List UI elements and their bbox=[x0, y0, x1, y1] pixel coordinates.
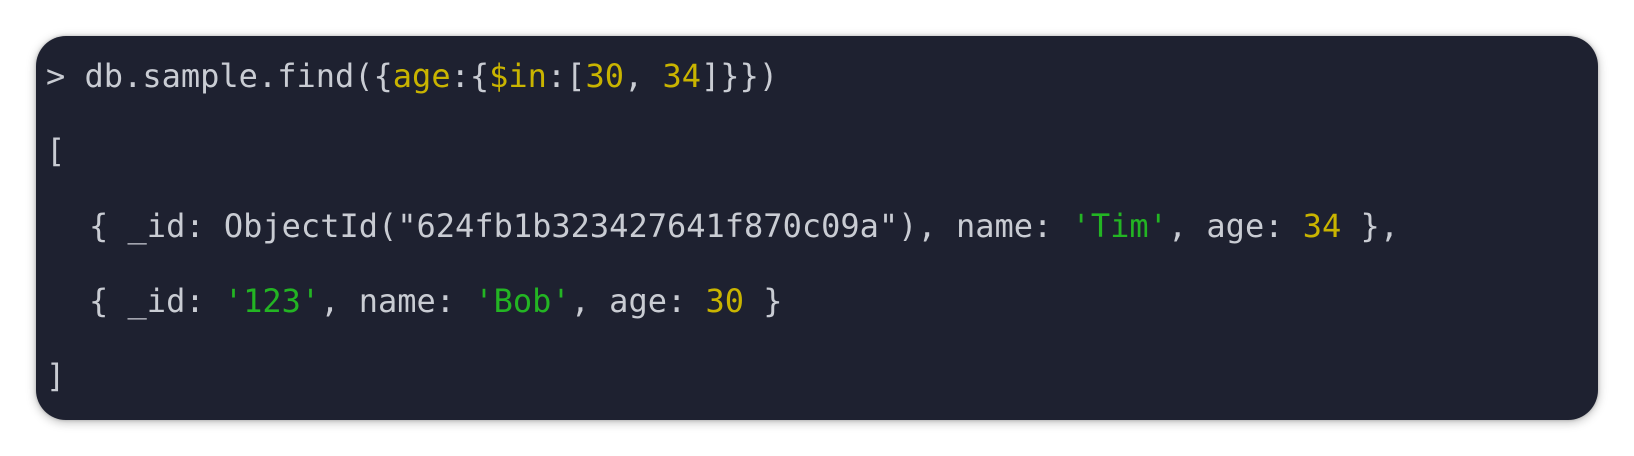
row-id-label: { _id: bbox=[89, 207, 224, 245]
row-age-label: , age: bbox=[570, 282, 706, 320]
row-age-label: , age: bbox=[1167, 207, 1303, 245]
terminal-window[interactable]: > db.sample.find({age:{$in:[30, 34]}}) [… bbox=[36, 36, 1598, 420]
query-value-2: 34 bbox=[662, 57, 702, 95]
query-separator: , bbox=[623, 57, 663, 95]
row-age-value: 34 bbox=[1302, 207, 1342, 245]
query-operator: $in bbox=[489, 57, 547, 95]
query-value-1: 30 bbox=[585, 57, 624, 95]
result-close-bracket: ] bbox=[46, 357, 66, 395]
command-suffix: ]}}) bbox=[701, 57, 779, 95]
command-prefix: db.sample.find({ bbox=[65, 57, 393, 95]
row-name-value: 'Tim' bbox=[1071, 207, 1168, 245]
row-id-label: { _id: bbox=[89, 282, 224, 320]
query-field: age bbox=[392, 57, 451, 95]
row-close: } bbox=[744, 282, 783, 320]
row-id-value: ObjectId("624fb1b323427641f870c09a") bbox=[223, 207, 918, 245]
prompt-symbol: > bbox=[46, 57, 66, 95]
command-line: > db.sample.find({age:{$in:[30, 34]}}) bbox=[46, 56, 778, 96]
row-name-label: , name: bbox=[320, 282, 475, 320]
result-row: { _id: ObjectId("624fb1b323427641f870c09… bbox=[46, 206, 1399, 246]
row-close: }, bbox=[1341, 207, 1400, 245]
query-colon-2: :[ bbox=[546, 57, 586, 95]
row-id-value: '123' bbox=[223, 282, 321, 320]
row-name-label: , name: bbox=[917, 207, 1072, 245]
query-colon: :{ bbox=[450, 57, 490, 95]
row-name-value: 'Bob' bbox=[474, 282, 571, 320]
result-open-bracket: [ bbox=[46, 132, 66, 170]
result-row: { _id: '123', name: 'Bob', age: 30 } bbox=[46, 281, 783, 321]
row-age-value: 30 bbox=[705, 282, 745, 320]
